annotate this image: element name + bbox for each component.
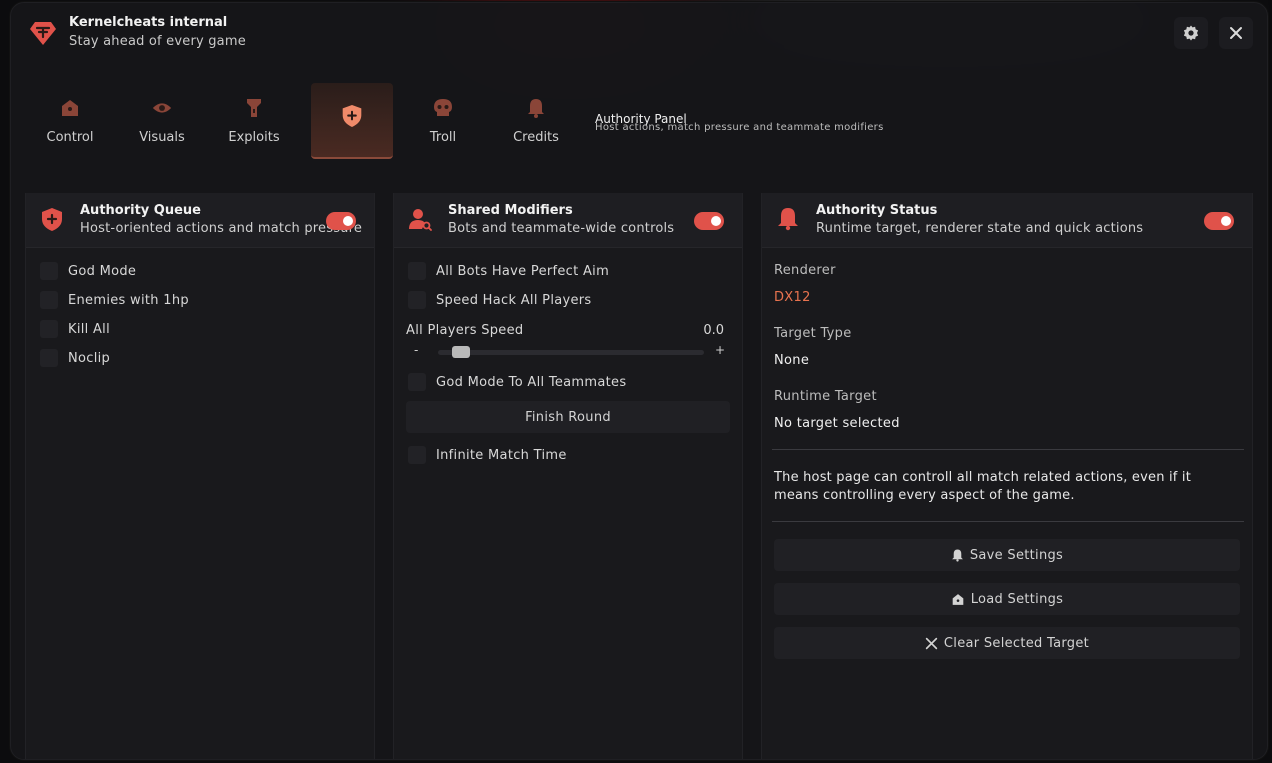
gear-icon <box>1183 25 1199 41</box>
section-subtitle: Bots and teammate-wide controls <box>448 221 675 236</box>
slider-value: 0.0 <box>703 323 724 338</box>
shield-plus-icon <box>341 105 363 127</box>
renderer-label: Renderer <box>774 263 836 278</box>
app-logo-icon <box>30 22 56 45</box>
checkbox-label: Noclip <box>68 350 111 366</box>
checkbox-label: God Mode <box>68 263 137 279</box>
section-title: Authority Status <box>816 203 938 218</box>
tab-label: Exploits <box>228 130 280 145</box>
shared-modifiers-header: Shared Modifiers Bots and teammate-wide … <box>394 193 742 248</box>
divider <box>772 521 1244 522</box>
tab-label: Credits <box>513 130 559 145</box>
tab-troll[interactable]: Troll <box>402 83 484 157</box>
tab-label: Visuals <box>139 130 185 145</box>
section-title: Authority Queue <box>80 203 201 218</box>
info-note: The host page can controll all match rel… <box>774 470 1192 503</box>
shared-modifiers-toggle[interactable] <box>694 212 724 230</box>
tab-label: Troll <box>429 130 457 145</box>
save-settings-button[interactable]: Save Settings <box>774 539 1240 571</box>
renderer-value: DX12 <box>774 290 811 305</box>
tab-control[interactable]: Control <box>29 83 111 157</box>
section-subtitle: Runtime target, renderer state and quick… <box>816 221 1144 236</box>
shared-modifiers-panel: Shared Modifiers Bots and teammate-wide … <box>393 193 743 759</box>
button-label: Clear Selected Target <box>943 635 1090 651</box>
panel-subtitle: Host actions, match pressure and teammat… <box>595 122 884 133</box>
checkbox[interactable] <box>408 262 426 280</box>
checkbox[interactable] <box>40 320 58 338</box>
button-label: Save Settings <box>969 547 1064 563</box>
user-search-icon <box>409 209 432 231</box>
settings-button[interactable] <box>1174 17 1208 49</box>
checkbox-row[interactable]: All Bots Have Perfect Aim <box>408 261 609 281</box>
slider-decrease-button[interactable]: - <box>414 343 418 357</box>
authority-status-panel: Authority Status Runtime target, rendere… <box>761 193 1253 759</box>
load-settings-button[interactable]: Load Settings <box>774 583 1240 615</box>
slider-thumb[interactable] <box>452 346 470 358</box>
tab-label: Control <box>46 130 94 145</box>
checkbox-label: Speed Hack All Players <box>436 292 592 308</box>
authority-queue-header: Authority Queue Host-oriented actions an… <box>26 193 374 248</box>
shield-plus-icon <box>42 208 62 231</box>
checkbox-row[interactable]: Enemies with 1hp <box>40 290 189 310</box>
target-type-value: None <box>774 353 810 368</box>
authority-status-toggle[interactable] <box>1204 212 1234 230</box>
slider-increase-button[interactable]: + <box>715 343 725 357</box>
tab-authority[interactable] <box>311 83 393 159</box>
checkbox-row[interactable]: Speed Hack All Players <box>408 290 592 310</box>
target-type-label: Target Type <box>774 326 852 341</box>
authority-queue-toggle[interactable] <box>326 212 356 230</box>
main-window: Kernelcheats internal Stay ahead of ever… <box>10 2 1268 760</box>
checkbox[interactable] <box>40 291 58 309</box>
tab-visuals[interactable]: Visuals <box>121 83 203 157</box>
checkbox-label: Infinite Match Time <box>436 447 567 463</box>
bell-icon <box>525 97 547 119</box>
flashlight-icon <box>243 97 265 119</box>
checkbox-row[interactable]: God Mode <box>40 261 136 281</box>
checkbox-label: All Bots Have Perfect Aim <box>436 263 610 279</box>
close-button[interactable] <box>1219 17 1253 49</box>
close-icon <box>925 637 938 650</box>
checkbox[interactable] <box>408 291 426 309</box>
finish-round-button[interactable]: Finish Round <box>406 401 730 433</box>
speed-slider[interactable] <box>438 346 704 358</box>
checkbox-row[interactable]: God Mode To All Teammates <box>408 372 626 392</box>
section-title: Shared Modifiers <box>448 203 573 218</box>
eye-icon <box>151 97 173 119</box>
slider-label: All Players Speed <box>406 323 524 338</box>
checkbox-label: Enemies with 1hp <box>68 292 189 308</box>
tab-exploits[interactable]: Exploits <box>213 83 295 157</box>
authority-status-header: Authority Status Runtime target, rendere… <box>762 193 1252 248</box>
close-icon <box>1230 27 1242 39</box>
skull-icon <box>432 97 454 119</box>
section-subtitle: Host-oriented actions and match pressure <box>80 221 363 236</box>
checkbox-row[interactable]: Noclip <box>40 348 110 368</box>
checkbox-label: God Mode To All Teammates <box>436 374 627 390</box>
tab-credits[interactable]: Credits <box>495 83 577 157</box>
checkbox[interactable] <box>40 349 58 367</box>
checkbox-row[interactable]: Kill All <box>40 319 110 339</box>
checkbox[interactable] <box>408 373 426 391</box>
home-icon <box>59 97 81 119</box>
home-icon <box>951 593 965 606</box>
title-bar: Kernelcheats internal Stay ahead of ever… <box>11 3 1267 73</box>
button-label: Load Settings <box>970 591 1064 607</box>
clear-selected-target-button[interactable]: Clear Selected Target <box>774 627 1240 659</box>
checkbox-row[interactable]: Infinite Match Time <box>408 445 567 465</box>
checkbox[interactable] <box>40 262 58 280</box>
divider <box>772 449 1244 450</box>
bell-icon <box>778 208 798 231</box>
app-subtitle: Stay ahead of every game <box>69 34 246 49</box>
app-title: Kernelcheats internal <box>69 15 228 30</box>
runtime-target-label: Runtime Target <box>774 389 877 404</box>
bell-icon <box>951 549 964 562</box>
checkbox[interactable] <box>408 446 426 464</box>
checkbox-label: Kill All <box>68 321 111 337</box>
authority-queue-panel: Authority Queue Host-oriented actions an… <box>25 193 375 759</box>
runtime-target-value: No target selected <box>774 416 900 431</box>
